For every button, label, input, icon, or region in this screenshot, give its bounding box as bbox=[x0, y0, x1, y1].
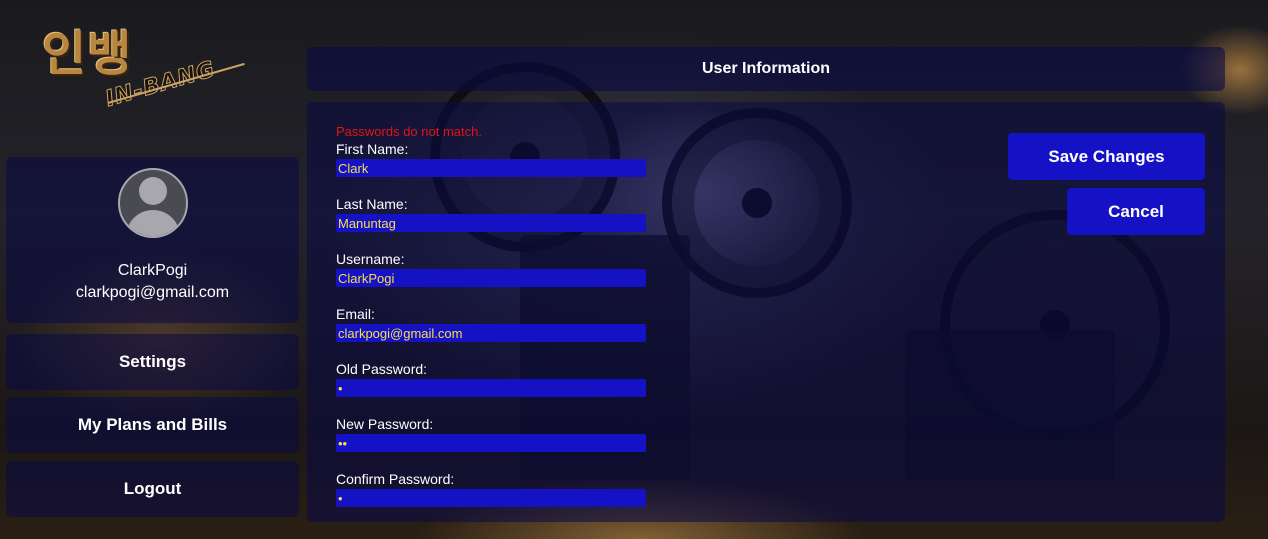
username-label: Username: bbox=[336, 251, 405, 267]
new-password-input[interactable] bbox=[336, 434, 646, 452]
profile-email: clarkpogi@gmail.com bbox=[75, 284, 230, 301]
logo-korean-text: 인뱅 bbox=[42, 26, 133, 82]
last-name-label: Last Name: bbox=[336, 196, 408, 212]
page-title: User Information bbox=[307, 47, 1225, 91]
profile-name: ClarkPogi bbox=[117, 262, 188, 279]
avatar-body bbox=[126, 210, 180, 236]
first-name-label: First Name: bbox=[336, 141, 409, 157]
app-logo: 인뱅 IN-BANG bbox=[38, 14, 253, 134]
username-input[interactable] bbox=[336, 269, 646, 287]
first-name-field: First Name: bbox=[336, 141, 646, 177]
profile-card: ClarkPogi clarkpogi@gmail.com bbox=[6, 157, 299, 323]
confirm-password-field: Confirm Password: bbox=[336, 471, 646, 507]
cancel-button[interactable]: Cancel bbox=[1067, 188, 1205, 235]
last-name-field: Last Name: bbox=[336, 196, 646, 232]
confirm-password-label: Confirm Password: bbox=[336, 471, 455, 487]
email-field: Email: bbox=[336, 306, 646, 342]
old-password-input[interactable] bbox=[336, 379, 646, 397]
new-password-field: New Password: bbox=[336, 416, 646, 452]
avatar-head bbox=[139, 177, 167, 205]
email-input[interactable] bbox=[336, 324, 646, 342]
email-label: Email: bbox=[336, 306, 375, 322]
password-error-message: Passwords do not match. bbox=[336, 124, 482, 139]
username-field: Username: bbox=[336, 251, 646, 287]
confirm-password-input[interactable] bbox=[336, 489, 646, 507]
nav-logout-button[interactable]: Logout bbox=[6, 461, 299, 517]
new-password-label: New Password: bbox=[336, 416, 434, 432]
user-avatar-icon bbox=[118, 168, 188, 238]
old-password-label: Old Password: bbox=[336, 361, 428, 377]
nav-plans-bills-button[interactable]: My Plans and Bills bbox=[6, 397, 299, 453]
old-password-field: Old Password: bbox=[336, 361, 646, 397]
last-name-input[interactable] bbox=[336, 214, 646, 232]
first-name-input[interactable] bbox=[336, 159, 646, 177]
save-changes-button[interactable]: Save Changes bbox=[1008, 133, 1205, 180]
nav-settings-button[interactable]: Settings bbox=[6, 334, 299, 390]
